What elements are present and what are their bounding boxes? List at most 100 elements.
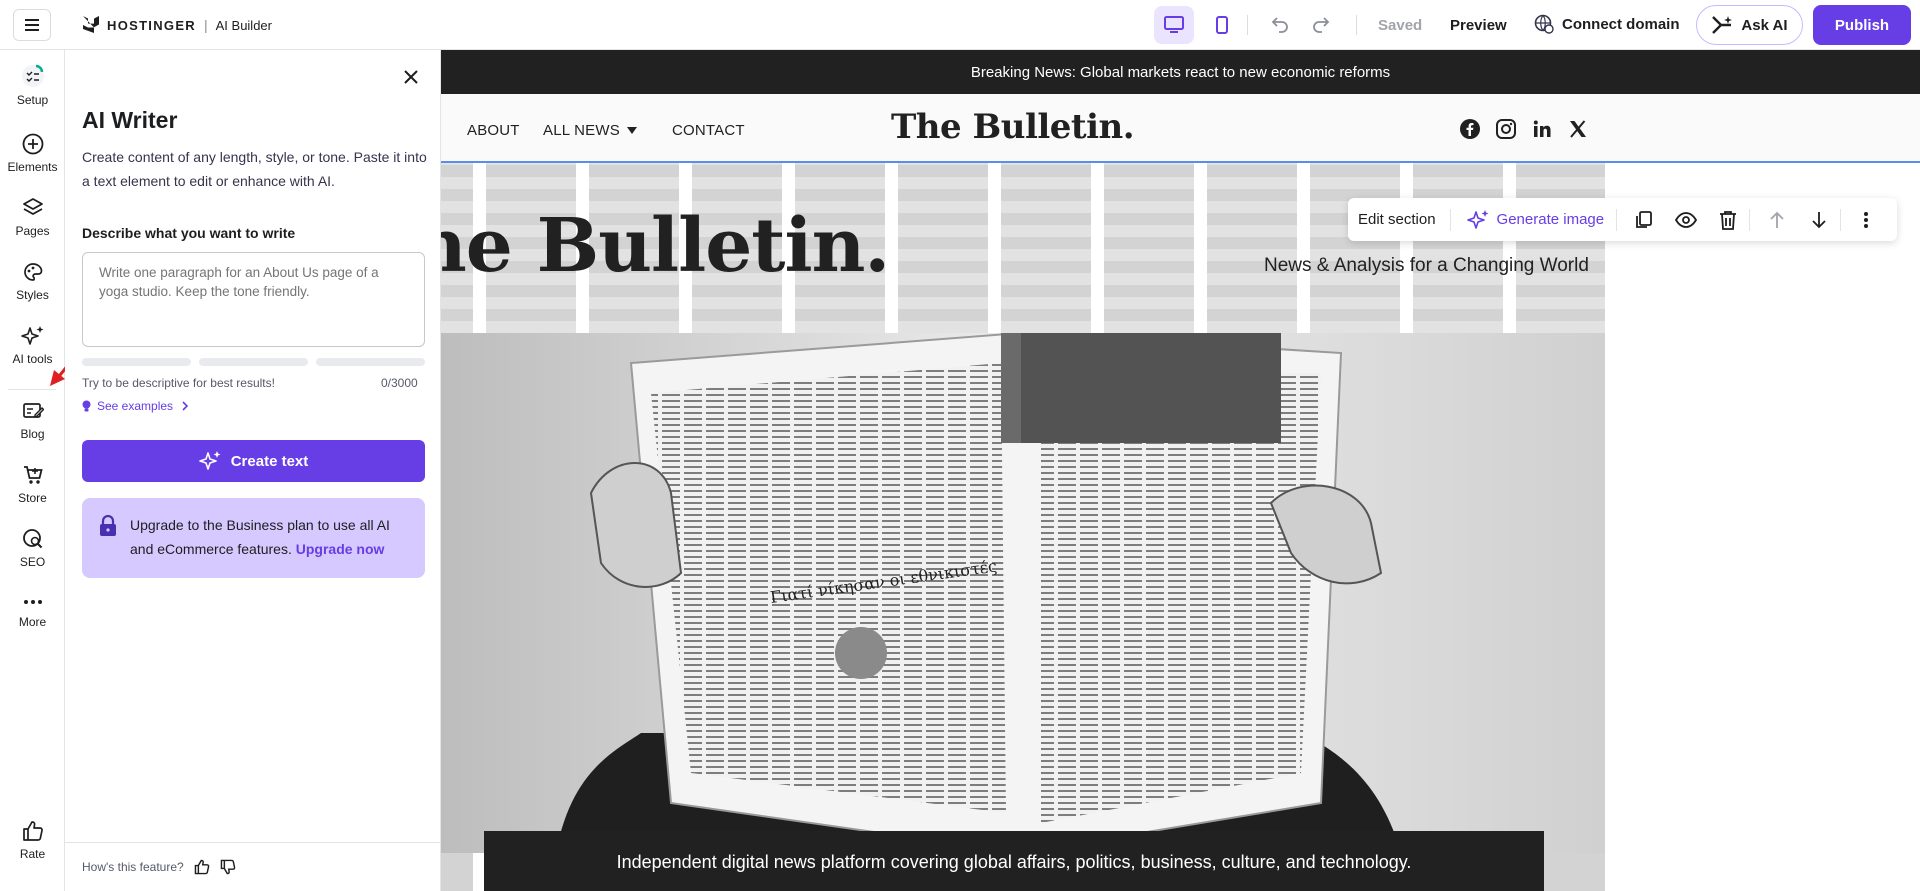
- preview-button[interactable]: Preview: [1450, 17, 1507, 34]
- undo-button[interactable]: [1270, 14, 1290, 39]
- thumbs-down-icon[interactable]: [220, 859, 236, 875]
- seo-icon: [22, 529, 42, 549]
- setup-icon: [21, 64, 44, 87]
- length-indicator: [82, 358, 425, 366]
- rail-label: Elements: [7, 160, 58, 174]
- see-examples-link[interactable]: See examples: [82, 399, 191, 413]
- rail-item-pages[interactable]: Pages: [0, 197, 65, 238]
- move-down-button[interactable]: [1798, 199, 1840, 241]
- panel-title: AI Writer: [82, 107, 178, 133]
- divider: [1356, 15, 1357, 35]
- rail-item-elements[interactable]: Elements: [0, 133, 65, 174]
- layers-icon: [22, 198, 43, 216]
- rail-item-more[interactable]: More: [0, 594, 65, 629]
- prompt-label: Describe what you want to write: [82, 225, 296, 241]
- rail-item-blog[interactable]: Blog: [0, 400, 65, 441]
- sparkles-icon: [198, 451, 221, 470]
- saved-status: Saved: [1378, 17, 1423, 34]
- rail-label: Blog: [20, 427, 45, 441]
- feedback-text: How's this feature?: [82, 860, 184, 874]
- desktop-icon: [1164, 16, 1184, 33]
- upgrade-banner: Upgrade to the Business plan to use all …: [82, 498, 425, 578]
- rail-divider: [8, 389, 56, 390]
- toggle-visibility-button[interactable]: [1665, 199, 1707, 241]
- mobile-view-button[interactable]: [1202, 6, 1242, 44]
- site-header[interactable]: ABOUT ALL NEWS CONTACT The Bulletin.: [441, 94, 1920, 161]
- ai-writer-panel: AI Writer Create content of any length, …: [65, 50, 441, 891]
- edit-section-button[interactable]: Edit section: [1358, 211, 1436, 228]
- hero-image[interactable]: Γιατί νίκησαν οι εθνικιστές: [441, 333, 1605, 853]
- rail-label: Pages: [15, 224, 50, 238]
- rail-label: Styles: [16, 288, 49, 302]
- blog-icon: [22, 403, 44, 418]
- arrow-up-icon: [1770, 211, 1784, 228]
- length-bar: [316, 358, 425, 366]
- create-text-button[interactable]: Create text: [82, 440, 425, 482]
- more-options-button[interactable]: [1845, 199, 1887, 241]
- thumbs-up-icon[interactable]: [194, 859, 210, 875]
- section-toolbar: Edit section Generate image: [1348, 198, 1897, 241]
- nav-link-contact[interactable]: CONTACT: [672, 122, 745, 139]
- hero-caption[interactable]: Independent digital news platform coveri…: [484, 831, 1544, 891]
- top-bar: HOSTINGER | AI Builder Saved Preview Con…: [0, 0, 1920, 50]
- breaking-news-bar[interactable]: Breaking News: Global markets react to n…: [441, 50, 1920, 94]
- left-rail: Setup Elements Pages Styles AI tools Blo…: [0, 50, 92, 891]
- facebook-icon[interactable]: [1459, 118, 1481, 140]
- publish-button[interactable]: Publish: [1813, 5, 1911, 45]
- desktop-view-button[interactable]: [1154, 6, 1194, 44]
- rail-item-styles[interactable]: Styles: [0, 261, 65, 302]
- linkedin-icon[interactable]: [1531, 118, 1553, 140]
- nav-link-all-news[interactable]: ALL NEWS: [543, 122, 620, 139]
- hero-subtitle[interactable]: News & Analysis for a Changing World: [1264, 255, 1589, 277]
- delete-button[interactable]: [1707, 199, 1749, 241]
- rail-label: Rate: [19, 847, 46, 861]
- rail-item-rate[interactable]: Rate: [0, 820, 65, 861]
- more-icon: [23, 600, 42, 604]
- upgrade-now-link[interactable]: Upgrade now: [296, 541, 385, 557]
- x-icon[interactable]: [1567, 118, 1589, 140]
- duplicate-button[interactable]: [1623, 199, 1665, 241]
- prompt-hint: Try to be descriptive for best results!: [82, 376, 275, 390]
- hero-title[interactable]: he Bulletin.: [441, 203, 890, 289]
- plus-circle-icon: [22, 133, 43, 155]
- toolbar-divider: [1616, 208, 1618, 231]
- lightbulb-icon: [82, 400, 91, 412]
- see-examples-label: See examples: [97, 399, 174, 413]
- generate-image-label: Generate image: [1496, 211, 1605, 228]
- nav-link-about[interactable]: ABOUT: [467, 122, 520, 139]
- create-text-label: Create text: [230, 452, 309, 470]
- generate-image-button[interactable]: Generate image: [1466, 209, 1605, 231]
- rail-label: AI tools: [12, 352, 53, 366]
- hostinger-logo-icon: [83, 16, 99, 33]
- connect-domain-label: Connect domain: [1562, 15, 1680, 33]
- ai-sparkle-icon: [1712, 16, 1733, 34]
- site-logo[interactable]: The Bulletin.: [891, 107, 1135, 147]
- rail-label: Store: [18, 491, 47, 505]
- arrow-down-icon: [1812, 211, 1826, 228]
- connect-domain-button[interactable]: Connect domain: [1534, 14, 1680, 34]
- hostinger-logo[interactable]: HOSTINGER | AI Builder: [83, 15, 272, 35]
- prompt-textarea[interactable]: [82, 252, 425, 347]
- mobile-icon: [1216, 16, 1228, 34]
- device-toggle: [1154, 6, 1242, 44]
- move-up-button[interactable]: [1756, 199, 1798, 241]
- rail-item-store[interactable]: Store: [0, 464, 65, 505]
- length-bar: [199, 358, 308, 366]
- newspaper-reader-image: Γιατί νίκησαν οι εθνικιστές: [441, 333, 1605, 853]
- toolbar-divider: [1749, 208, 1751, 231]
- redo-button[interactable]: [1311, 14, 1331, 39]
- site-canvas: Breaking News: Global markets react to n…: [441, 50, 1920, 891]
- hero-section[interactable]: he Bulletin. News & Analysis for a Chang…: [441, 161, 1920, 891]
- instagram-icon[interactable]: [1495, 118, 1517, 140]
- rail-item-setup[interactable]: Setup: [0, 64, 65, 107]
- ask-ai-button[interactable]: Ask AI: [1696, 5, 1803, 45]
- hamburger-menu-button[interactable]: [13, 9, 51, 41]
- logo-separator: |: [203, 17, 208, 33]
- rail-label: SEO: [19, 555, 46, 569]
- undo-icon: [1271, 17, 1288, 33]
- rail-item-seo[interactable]: SEO: [0, 528, 65, 569]
- caret-down-icon[interactable]: [627, 127, 637, 135]
- rail-label: More: [18, 615, 47, 629]
- hamburger-icon: [25, 19, 39, 31]
- close-icon[interactable]: [400, 66, 422, 88]
